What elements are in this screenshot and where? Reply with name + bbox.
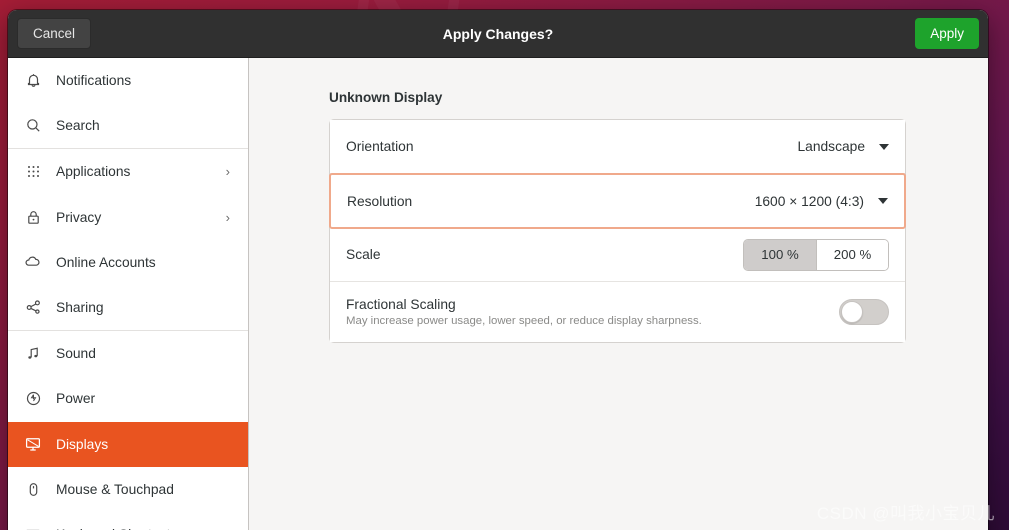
resolution-value: 1600 × 1200 (4:3) bbox=[754, 193, 864, 209]
scale-option-200[interactable]: 200 % bbox=[816, 239, 888, 270]
apply-button[interactable]: Apply bbox=[915, 18, 979, 49]
music-note-icon bbox=[20, 345, 46, 362]
fractional-scaling-label: Fractional Scaling bbox=[346, 297, 456, 312]
desktop-background: N Cancel Apply Changes? Apply bbox=[0, 0, 1009, 530]
sidebar-item-label: Online Accounts bbox=[56, 254, 156, 270]
display-name-heading: Unknown Display bbox=[329, 90, 443, 105]
scale-segmented-control[interactable]: 100 % 200 % bbox=[743, 238, 889, 271]
sidebar-item-label: Displays bbox=[56, 436, 109, 452]
sidebar-item-mouse-touchpad[interactable]: Mouse & Touchpad bbox=[8, 467, 248, 512]
display-settings-card: Orientation Landscape Resolution 1600 × … bbox=[329, 119, 906, 343]
fractional-scaling-texts: Fractional Scaling May increase power us… bbox=[346, 297, 839, 327]
keyboard-icon bbox=[20, 525, 46, 530]
sidebar-item-sound[interactable]: Sound bbox=[8, 331, 248, 376]
sidebar-item-privacy[interactable]: Privacy › bbox=[8, 195, 248, 240]
scale-option-100[interactable]: 100 % bbox=[744, 239, 816, 270]
sidebar-item-label: Applications bbox=[56, 164, 131, 180]
sidebar-item-label: Sharing bbox=[56, 300, 104, 316]
sidebar-item-label: Power bbox=[56, 391, 96, 407]
fractional-scaling-row: Fractional Scaling May increase power us… bbox=[330, 282, 905, 342]
grid-dots-icon bbox=[20, 163, 46, 180]
sidebar-item-label: Mouse & Touchpad bbox=[56, 481, 174, 497]
cloud-icon bbox=[20, 253, 46, 271]
window-title: Apply Changes? bbox=[442, 25, 554, 42]
sidebar-item-sharing[interactable]: Sharing bbox=[8, 285, 248, 330]
fractional-scaling-toggle[interactable] bbox=[839, 299, 889, 325]
sidebar-item-label: Privacy bbox=[56, 209, 102, 225]
chevron-down-icon[interactable] bbox=[878, 198, 888, 204]
settings-window: Cancel Apply Changes? Apply Notification… bbox=[8, 10, 988, 530]
orientation-label: Orientation bbox=[346, 139, 414, 154]
sidebar-item-displays[interactable]: Displays bbox=[8, 421, 248, 467]
lock-icon bbox=[20, 209, 46, 226]
chevron-down-icon[interactable] bbox=[879, 143, 889, 150]
scale-label: Scale bbox=[346, 247, 381, 262]
window-headerbar: Cancel Apply Changes? Apply bbox=[8, 10, 988, 58]
power-icon bbox=[20, 390, 46, 407]
chevron-right-icon: › bbox=[225, 164, 230, 180]
window-body: Notifications Search Applications › Priv… bbox=[8, 58, 988, 530]
sidebar-item-label: Notifications bbox=[56, 73, 132, 89]
share-nodes-icon bbox=[20, 299, 46, 316]
resolution-row[interactable]: Resolution 1600 × 1200 (4:3) bbox=[329, 173, 906, 229]
toggle-knob bbox=[841, 301, 863, 323]
sidebar-item-label: Search bbox=[56, 118, 100, 134]
cancel-button[interactable]: Cancel bbox=[17, 18, 92, 49]
settings-sidebar[interactable]: Notifications Search Applications › Priv… bbox=[8, 58, 249, 530]
fractional-scaling-description: May increase power usage, lower speed, o… bbox=[346, 315, 702, 327]
sidebar-item-keyboard-shortcuts[interactable]: Keyboard Shortcuts bbox=[8, 512, 248, 530]
sidebar-item-label: Sound bbox=[56, 346, 96, 362]
orientation-row[interactable]: Orientation Landscape bbox=[330, 120, 905, 174]
mouse-icon bbox=[20, 481, 46, 498]
scale-row: Scale 100 % 200 % bbox=[330, 228, 905, 282]
display-settings-panel: Unknown Display Orientation Landscape Re… bbox=[249, 58, 988, 530]
sidebar-item-online-accounts[interactable]: Online Accounts bbox=[8, 240, 248, 285]
sidebar-item-search[interactable]: Search bbox=[8, 103, 248, 148]
bell-icon bbox=[20, 72, 46, 89]
sidebar-item-applications[interactable]: Applications › bbox=[8, 149, 248, 194]
sidebar-item-power[interactable]: Power bbox=[8, 376, 248, 421]
chevron-right-icon: › bbox=[225, 209, 230, 225]
orientation-value: Landscape bbox=[797, 139, 865, 154]
display-monitor-icon bbox=[20, 435, 46, 453]
search-icon bbox=[20, 117, 46, 134]
resolution-label: Resolution bbox=[347, 193, 413, 209]
sidebar-item-notifications[interactable]: Notifications bbox=[8, 58, 248, 103]
